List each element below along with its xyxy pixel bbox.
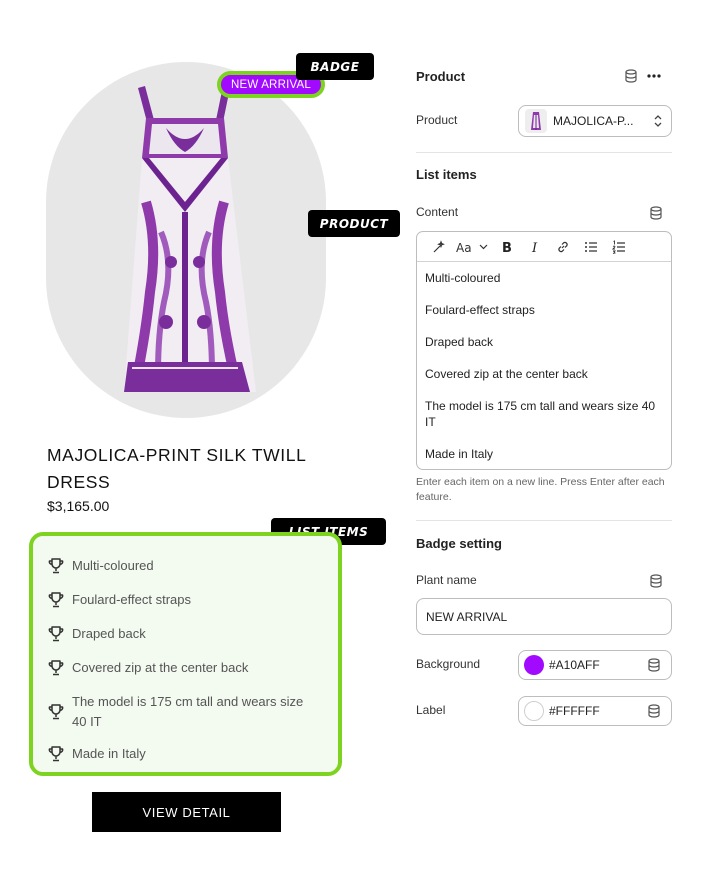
feature-item: Multi-coloured bbox=[47, 556, 324, 576]
label-swatch[interactable] bbox=[524, 701, 544, 721]
trophy-icon bbox=[48, 592, 64, 608]
feature-text: Made in Italy bbox=[72, 746, 146, 761]
product-image[interactable] bbox=[46, 62, 326, 418]
svg-text:I: I bbox=[531, 241, 538, 254]
divider bbox=[416, 520, 672, 521]
trophy-icon bbox=[48, 660, 64, 676]
background-swatch[interactable] bbox=[524, 655, 544, 675]
background-hex: #A10AFF bbox=[549, 658, 600, 672]
database-icon[interactable] bbox=[649, 574, 663, 588]
plant-name-input[interactable]: NEW ARRIVAL bbox=[416, 598, 672, 635]
feature-item: Foulard-effect straps bbox=[47, 590, 324, 610]
divider bbox=[416, 152, 672, 153]
trophy-icon bbox=[48, 746, 64, 762]
dress-illustration bbox=[124, 86, 256, 392]
database-icon[interactable] bbox=[647, 658, 661, 672]
label-hex: #FFFFFF bbox=[549, 704, 600, 718]
feature-item: Draped back bbox=[47, 624, 324, 644]
feature-item: Made in Italy bbox=[47, 744, 324, 764]
feature-list: Multi-coloured Foulard-effect straps Dra… bbox=[29, 532, 342, 776]
editor-line: Foulard-effect straps bbox=[425, 303, 535, 317]
help-text: Enter each item on a new line. Press Ent… bbox=[416, 476, 665, 503]
editor-toolbar: Aa B I bbox=[417, 232, 671, 262]
background-label: Background bbox=[416, 657, 481, 671]
svg-text:Aa: Aa bbox=[456, 241, 472, 254]
database-icon[interactable] bbox=[647, 704, 661, 718]
feature-text: Multi-coloured bbox=[72, 558, 154, 573]
feature-item: The model is 175 cm tall and wears size … bbox=[47, 692, 324, 732]
editor-line: Covered zip at the center back bbox=[425, 367, 588, 381]
feature-text: Covered zip at the center back bbox=[72, 660, 249, 675]
bold-icon[interactable]: B bbox=[493, 232, 521, 262]
product-title[interactable]: MAJOLICA-PRINT SILK TWILL DRESS bbox=[47, 442, 337, 496]
feature-text: Draped back bbox=[72, 626, 146, 641]
section-title-product: Product bbox=[416, 69, 466, 84]
content-editor[interactable]: Aa B I Multi-coloured Foulard-effect str… bbox=[416, 231, 672, 470]
product-field-label: Product bbox=[416, 113, 458, 127]
view-detail-button[interactable]: VIEW DETAIL bbox=[92, 792, 281, 832]
editor-content[interactable]: Multi-coloured Foulard-effect straps Dra… bbox=[417, 262, 671, 462]
feature-text: The model is 175 cm tall and wears size … bbox=[72, 694, 304, 729]
label-color-field[interactable]: #FFFFFF bbox=[518, 696, 672, 726]
editor-line: The model is 175 cm tall and wears size … bbox=[425, 399, 656, 429]
background-color-field[interactable]: #A10AFF bbox=[518, 650, 672, 680]
database-icon[interactable] bbox=[624, 69, 638, 83]
chevron-updown-icon bbox=[654, 115, 662, 127]
product-thumbnail bbox=[525, 109, 547, 133]
italic-icon[interactable]: I bbox=[521, 232, 549, 262]
bullet-list-icon[interactable] bbox=[577, 232, 605, 262]
trophy-icon bbox=[48, 626, 64, 642]
magic-icon[interactable] bbox=[425, 232, 453, 262]
link-icon[interactable] bbox=[549, 232, 577, 262]
product-select[interactable]: MAJOLICA-P... bbox=[518, 105, 672, 137]
more-icon[interactable] bbox=[646, 73, 662, 79]
numbered-list-icon[interactable] bbox=[605, 232, 633, 262]
feature-item: Covered zip at the center back bbox=[47, 658, 324, 678]
trophy-icon bbox=[48, 704, 64, 720]
editor-line: Made in Italy bbox=[425, 447, 494, 461]
trophy-icon bbox=[48, 558, 64, 574]
font-size-icon[interactable]: Aa bbox=[453, 232, 493, 262]
editor-line: Draped back bbox=[425, 335, 494, 349]
editor-line: Multi-coloured bbox=[425, 271, 501, 285]
label-color-label: Label bbox=[416, 703, 446, 717]
section-title-badge-setting: Badge setting bbox=[416, 536, 502, 551]
plant-name-label: Plant name bbox=[416, 573, 477, 587]
content-label: Content bbox=[416, 205, 459, 219]
svg-text:B: B bbox=[502, 241, 512, 254]
section-title-list-items: List items bbox=[416, 167, 477, 182]
product-price: $3,165.00 bbox=[47, 498, 110, 514]
database-icon[interactable] bbox=[649, 206, 663, 220]
feature-text: Foulard-effect straps bbox=[72, 592, 191, 607]
product-select-value: MAJOLICA-P... bbox=[553, 114, 634, 128]
annotation-badge: BADGE bbox=[296, 53, 374, 80]
annotation-product: PRODUCT bbox=[308, 210, 400, 237]
